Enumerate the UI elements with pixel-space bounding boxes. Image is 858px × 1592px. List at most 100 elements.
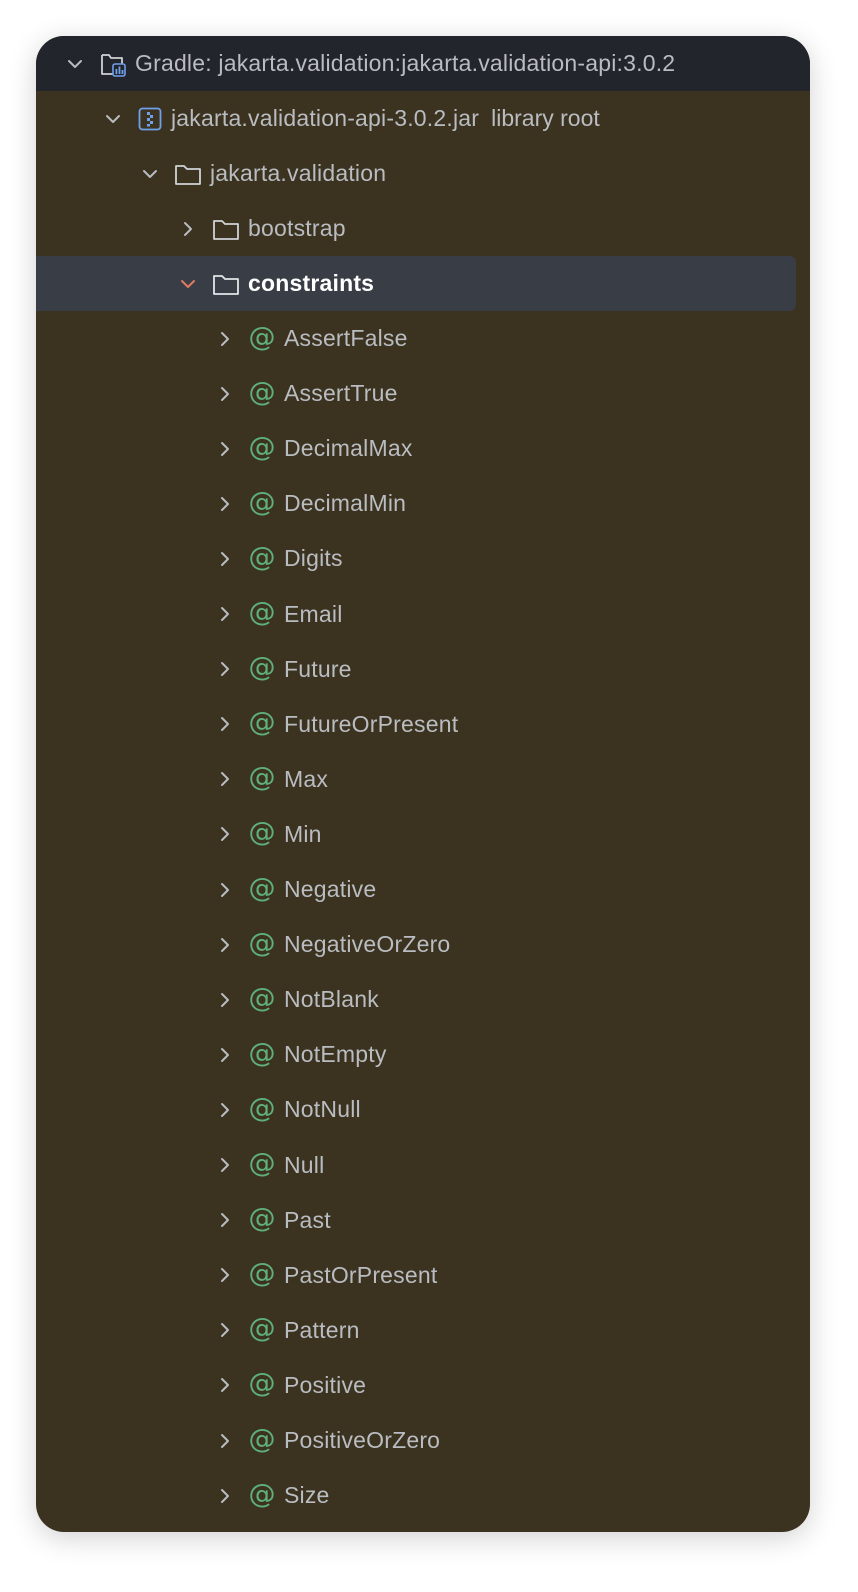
annotation-icon: @ (248, 1092, 276, 1124)
annotation-label: DecimalMin (284, 490, 407, 517)
chevron-right-icon[interactable] (213, 767, 237, 791)
annotation-icon: @ (248, 431, 276, 463)
folder-icon (212, 217, 240, 241)
annotation-icon: @ (248, 1148, 276, 1179)
tree-node-annotation[interactable]: @ Size (36, 1468, 810, 1523)
chevron-right-icon[interactable] (213, 382, 237, 406)
library-root-label: library root (491, 105, 600, 131)
annotation-icon: @ (248, 927, 276, 959)
tree-node-annotation[interactable]: @ AssertTrue (36, 366, 810, 421)
tree-node-annotation[interactable]: @ Max (36, 752, 810, 807)
annotation-icon: @ (248, 376, 276, 408)
annotation-icon: @ (248, 1478, 276, 1510)
tree-node-jar[interactable]: jakarta.validation-api-3.0.2.jar library… (36, 91, 810, 146)
annotation-label: DecimalMax (284, 435, 413, 462)
tree-node-annotation[interactable]: @ Email (36, 587, 810, 642)
annotation-icon: @ (248, 1423, 276, 1455)
annotation-label: Min (284, 820, 322, 847)
annotation-icon: @ (248, 707, 276, 739)
chevron-right-icon[interactable] (213, 933, 237, 957)
tree-node-annotation[interactable]: @ Min (36, 807, 810, 862)
folder-icon (212, 272, 240, 296)
package-label: jakarta.validation (210, 160, 387, 186)
tree-node-package[interactable]: jakarta.validation (36, 146, 810, 201)
tree-node-annotation[interactable]: @ DecimalMax (36, 421, 810, 476)
chevron-right-icon[interactable] (213, 878, 237, 902)
annotation-icon: @ (248, 321, 276, 353)
chevron-down-icon[interactable] (101, 107, 125, 131)
annotation-icon: @ (248, 762, 276, 794)
annotation-label: PastOrPresent (284, 1261, 438, 1288)
chevron-right-icon[interactable] (213, 1263, 237, 1287)
tree-node-annotation[interactable]: @ FutureOrPresent (36, 697, 810, 752)
annotation-icon: @ (248, 1037, 276, 1069)
annotation-icon: @ (248, 872, 276, 904)
annotation-label: Email (284, 600, 343, 627)
annotation-icon: @ (248, 486, 276, 518)
gradle-library-icon (98, 50, 128, 78)
chevron-right-icon[interactable] (213, 712, 237, 736)
chevron-right-icon[interactable] (213, 822, 237, 846)
chevron-right-icon[interactable] (213, 1429, 237, 1453)
annotation-label: Positive (284, 1371, 367, 1398)
gradle-library-label: Gradle: jakarta.validation:jakarta.valid… (135, 50, 676, 76)
annotation-icon: @ (248, 541, 276, 573)
chevron-down-icon[interactable] (63, 52, 87, 76)
annotation-label: NotBlank (284, 986, 379, 1013)
chevron-down-icon[interactable] (138, 162, 162, 186)
annotation-label: Size (284, 1482, 330, 1509)
tree-node-annotation[interactable]: @ Null (36, 1138, 810, 1193)
annotation-icon: @ (248, 982, 276, 1014)
tree-node-annotation[interactable]: @ Future (36, 642, 810, 697)
folder-label-bootstrap: bootstrap (248, 215, 346, 241)
chevron-right-icon[interactable] (213, 327, 237, 351)
annotation-label: Future (284, 655, 352, 682)
chevron-right-icon[interactable] (213, 547, 237, 571)
chevron-right-icon[interactable] (176, 217, 200, 241)
chevron-right-icon[interactable] (213, 437, 237, 461)
chevron-right-icon[interactable] (213, 1208, 237, 1232)
chevron-right-icon[interactable] (213, 1153, 237, 1177)
annotation-icon: @ (248, 1203, 276, 1235)
annotation-label: NegativeOrZero (284, 931, 451, 958)
tree-node-constraints[interactable]: constraints (36, 256, 796, 311)
chevron-right-icon[interactable] (213, 1484, 237, 1508)
annotation-label: PositiveOrZero (284, 1427, 441, 1453)
tree-node-annotation[interactable]: @ PositiveOrZero (36, 1413, 810, 1468)
tree-node-annotation[interactable]: @ NotBlank (36, 972, 810, 1027)
annotation-icon: @ (248, 1368, 276, 1400)
annotation-label: AssertTrue (284, 380, 398, 407)
chevron-right-icon[interactable] (213, 602, 237, 626)
tree-node-annotation[interactable]: @ AssertFalse (36, 311, 810, 366)
chevron-right-icon[interactable] (213, 1098, 237, 1122)
annotation-label: NotEmpty (284, 1041, 387, 1068)
annotation-icon: @ (248, 817, 276, 849)
tree-node-annotation[interactable]: @ Digits (36, 531, 810, 586)
chevron-down-icon[interactable] (176, 272, 200, 296)
chevron-right-icon[interactable] (213, 492, 237, 516)
tree-node-annotation[interactable]: @ PastOrPresent (36, 1248, 810, 1303)
tree-node-annotation[interactable]: @ NegativeOrZero (36, 917, 810, 972)
annotation-label: FutureOrPresent (284, 710, 459, 737)
tree-node-annotation[interactable]: @ Past (36, 1193, 810, 1248)
tree-node-annotation[interactable]: @ Pattern (36, 1303, 810, 1358)
chevron-right-icon[interactable] (213, 657, 237, 681)
folder-icon (174, 162, 202, 186)
tree-node-annotation[interactable]: @ DecimalMin (36, 476, 810, 531)
tree-node-annotation[interactable]: @ Positive (36, 1358, 810, 1413)
tree-node-bootstrap[interactable]: bootstrap (36, 201, 810, 256)
tree-node-gradle-library[interactable]: Gradle: jakarta.validation:jakarta.valid… (36, 36, 810, 91)
chevron-right-icon[interactable] (213, 1373, 237, 1397)
tree-node-annotation[interactable]: @ Negative (36, 862, 810, 917)
annotation-icon: @ (248, 652, 276, 684)
annotation-label: Null (284, 1151, 325, 1178)
chevron-right-icon[interactable] (213, 988, 237, 1012)
tree-node-annotation[interactable]: @ NotNull (36, 1082, 810, 1137)
tree-node-annotation[interactable]: @ NotEmpty (36, 1027, 810, 1082)
annotation-icon: @ (248, 1258, 276, 1290)
chevron-right-icon[interactable] (213, 1043, 237, 1067)
jar-archive-icon (137, 107, 163, 131)
chevron-right-icon[interactable] (213, 1318, 237, 1342)
annotation-label: Negative (284, 876, 377, 902)
folder-label-constraints: constraints (248, 270, 375, 296)
